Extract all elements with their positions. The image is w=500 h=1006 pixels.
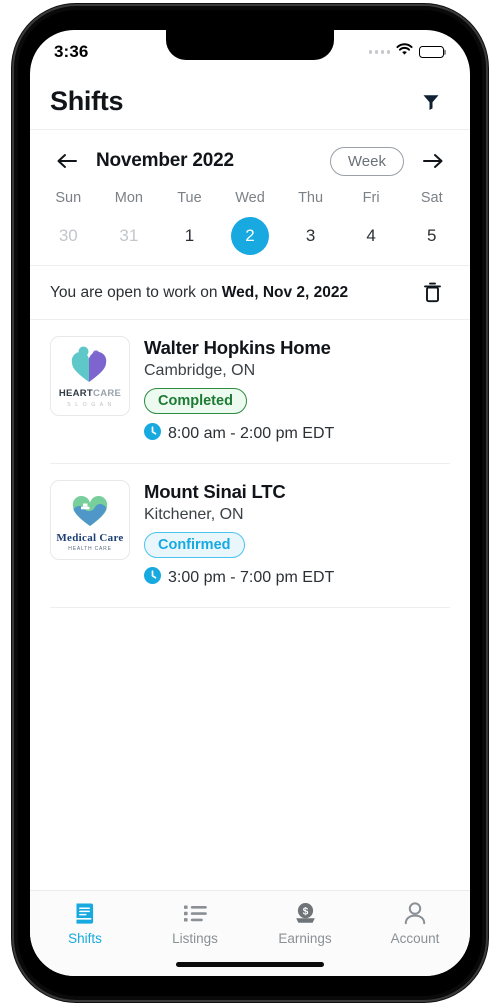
shift-info: Walter Hopkins Home Cambridge, ON Comple… xyxy=(144,336,450,445)
calendar-day-cell: 30 xyxy=(38,215,99,257)
availability-date: Wed, Nov 2, 2022 xyxy=(221,283,349,301)
calendar-weekday: Mon xyxy=(114,190,143,206)
tab-shifts[interactable]: Shifts xyxy=(30,900,140,946)
arrow-left-icon[interactable] xyxy=(50,144,84,178)
tab-listings[interactable]: Listings xyxy=(140,900,250,946)
logo-slogan: S L O G A N xyxy=(67,401,113,408)
calendar-weekday: Sun xyxy=(55,190,82,206)
phone-screen: 3:36 Shifts November 2022 Week Sun Mon T… xyxy=(30,30,470,976)
calendar-day[interactable]: 30 xyxy=(49,217,87,255)
medicalcare-logo-icon: Medical Care HEALTH CARE xyxy=(50,480,130,561)
shift-location: Cambridge, ON xyxy=(144,362,256,380)
logo-word-secondary: CARE xyxy=(93,388,122,400)
calendar-day-cell: 31 xyxy=(99,215,160,257)
shift-facility-name: Mount Sinai LTC xyxy=(144,481,286,503)
app-header: Shifts xyxy=(30,74,470,130)
list-icon xyxy=(183,900,208,926)
calendar-weekday: Thu xyxy=(298,190,324,206)
shift-facility-name: Walter Hopkins Home xyxy=(144,337,331,358)
calendar-day-cell: 4 xyxy=(341,215,402,257)
calendar-day-cell: 1 xyxy=(159,215,220,257)
shift-time-row: 8:00 am - 2:00 pm EDT xyxy=(144,423,450,445)
status-badge: Completed xyxy=(144,388,247,415)
calendar-day-selected[interactable]: 2 xyxy=(230,217,269,255)
status-bar-time: 3:36 xyxy=(54,42,89,61)
calendar-day-row: 30 31 1 2 3 4 5 xyxy=(30,215,470,257)
calendar-day[interactable]: 5 xyxy=(413,217,451,255)
logo-word-primary: HEART xyxy=(58,388,94,400)
book-icon xyxy=(73,900,97,926)
arrow-right-icon[interactable] xyxy=(416,144,450,178)
clock-icon xyxy=(144,567,161,589)
calendar-day-cell: 3 xyxy=(280,215,341,257)
page-title: Shifts xyxy=(50,86,124,116)
shift-info: Mount Sinai LTC Kitchener, ON Confirmed … xyxy=(144,480,450,589)
dollar-coin-icon: $ xyxy=(293,900,318,926)
availability-text: You are open to work on Wed, Nov 2, 2022 xyxy=(50,284,348,302)
person-icon xyxy=(403,900,427,926)
shift-card[interactable]: Medical Care HEALTH CARE Mount Sinai LTC… xyxy=(50,464,450,609)
heartcare-logo-icon: HEARTCARE S L O G A N xyxy=(50,336,130,416)
shift-location: Kitchener, ON xyxy=(144,506,244,524)
tab-label: Shifts xyxy=(68,931,102,946)
status-bar-icons xyxy=(368,43,447,61)
calendar-day[interactable]: 31 xyxy=(110,217,148,255)
calendar-day[interactable]: 3 xyxy=(292,217,330,255)
filter-funnel-icon[interactable] xyxy=(416,87,446,117)
shift-time-text: 3:00 pm - 7:00 pm EDT xyxy=(168,569,335,587)
tab-label: Earnings xyxy=(278,931,332,946)
tab-label: Listings xyxy=(172,931,218,946)
clock-icon xyxy=(144,423,161,445)
calendar-weekday: Wed xyxy=(235,190,265,206)
calendar-day[interactable]: 1 xyxy=(170,217,208,255)
availability-banner: You are open to work on Wed, Nov 2, 2022 xyxy=(30,266,470,320)
status-badge: Confirmed xyxy=(144,532,245,559)
calendar-strip: November 2022 Week Sun Mon Tue Wed Thu F… xyxy=(30,130,470,266)
logo-slogan: HEALTH CARE xyxy=(68,546,112,553)
svg-text:$: $ xyxy=(302,906,308,917)
tab-account[interactable]: Account xyxy=(360,900,470,946)
tab-earnings[interactable]: $ Earnings xyxy=(250,900,360,946)
calendar-month-bar: November 2022 Week xyxy=(30,140,470,182)
availability-prefix: You are open to work on xyxy=(50,283,222,301)
shift-card[interactable]: HEARTCARE S L O G A N Walter Hopkins Hom… xyxy=(50,320,450,465)
calendar-day[interactable]: 4 xyxy=(352,217,390,255)
shift-time-row: 3:00 pm - 7:00 pm EDT xyxy=(144,567,450,589)
calendar-range-toggle[interactable]: Week xyxy=(329,146,404,176)
wifi-icon xyxy=(396,43,413,61)
home-indicator xyxy=(176,962,324,967)
calendar-day-cell: 5 xyxy=(401,215,462,257)
shift-time-text: 8:00 am - 2:00 pm EDT xyxy=(168,425,335,443)
calendar-weekday: Tue xyxy=(177,190,202,206)
calendar-weekday-row: Sun Mon Tue Wed Thu Fri Sat xyxy=(30,190,470,206)
shift-list: HEARTCARE S L O G A N Walter Hopkins Hom… xyxy=(30,320,470,609)
trash-icon[interactable] xyxy=(418,279,446,307)
phone-notch xyxy=(166,30,334,60)
tab-label: Account xyxy=(390,931,440,946)
calendar-weekday: Sat xyxy=(420,190,443,206)
calendar-weekday: Fri xyxy=(362,190,380,206)
calendar-month-label: November 2022 xyxy=(96,150,234,171)
signal-dots-icon xyxy=(368,50,390,54)
logo-word-primary: Medical Care xyxy=(56,532,124,545)
battery-full-icon xyxy=(419,46,447,58)
calendar-day-cell: 2 xyxy=(220,215,281,257)
